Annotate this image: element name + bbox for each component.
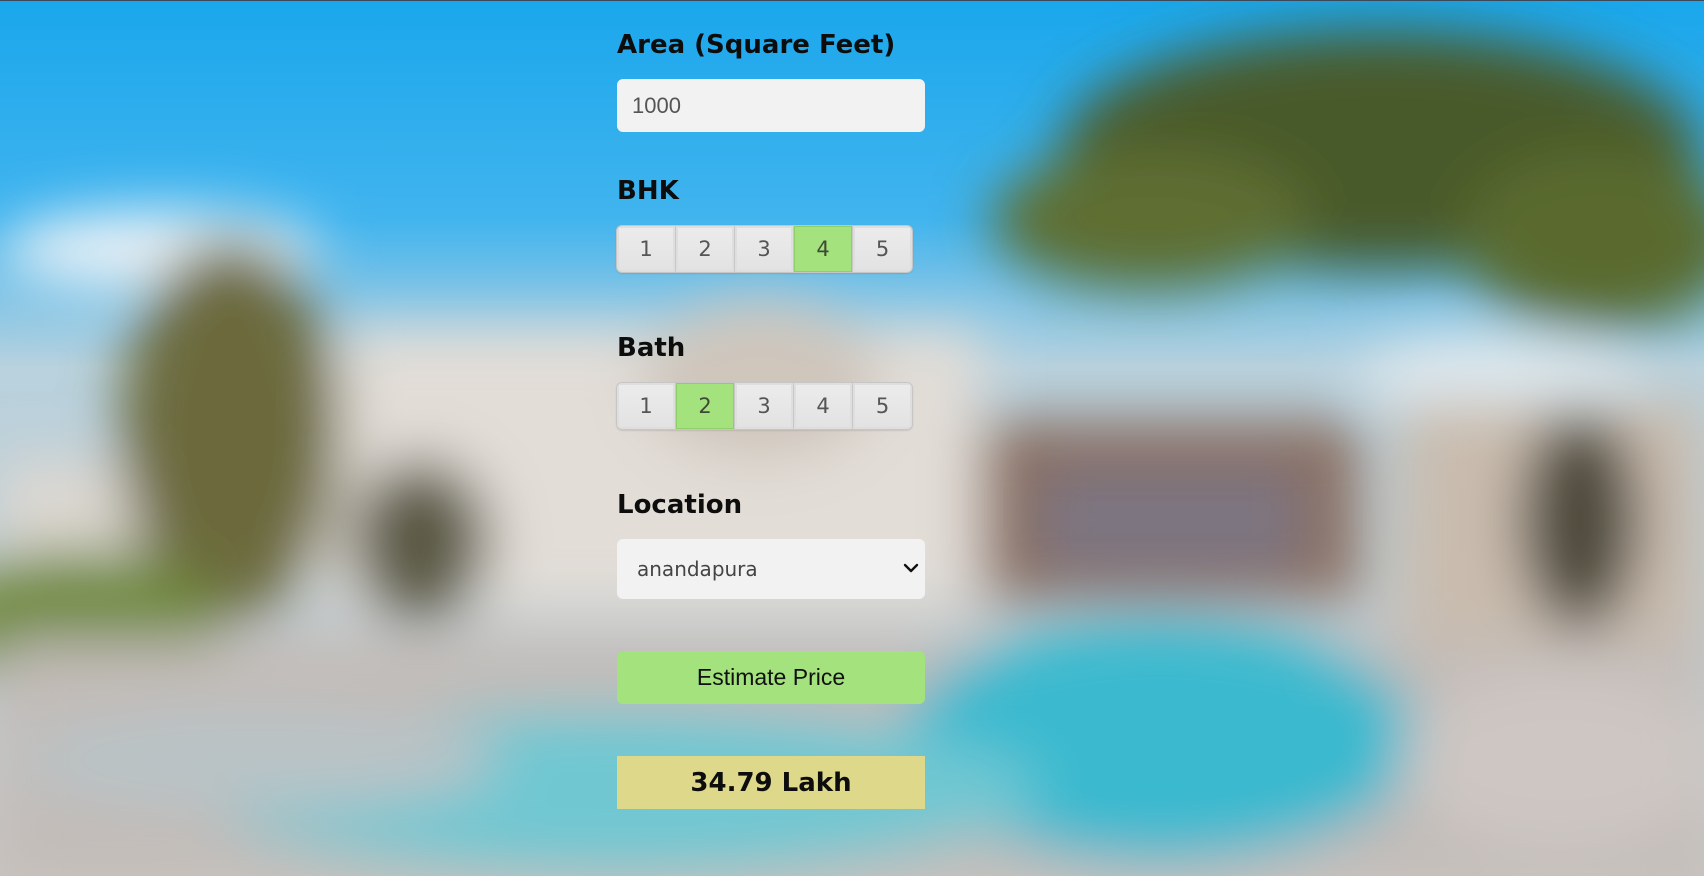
location-select[interactable]: anandapura [617, 539, 925, 599]
bhk-radio-group: 12345 [617, 226, 912, 272]
estimated-price-result: 34.79 Lakh [617, 756, 925, 809]
bath-option-1[interactable]: 1 [617, 383, 676, 429]
estimate-price-button[interactable]: Estimate Price [617, 651, 925, 704]
bhk-option-1[interactable]: 1 [617, 226, 676, 272]
bath-option-2[interactable]: 2 [676, 383, 735, 429]
bhk-option-3[interactable]: 3 [735, 226, 794, 272]
bath-radio-group: 12345 [617, 383, 912, 429]
location-label: Location [617, 490, 743, 520]
bath-option-5[interactable]: 5 [853, 383, 912, 429]
area-label: Area (Square Feet) [617, 30, 896, 60]
window-top-border [0, 0, 1704, 1]
bath-option-4[interactable]: 4 [794, 383, 853, 429]
bath-label: Bath [617, 333, 686, 363]
page-background: Area (Square Feet) BHK 12345 Bath 12345 … [0, 0, 1704, 876]
area-input[interactable] [617, 79, 925, 132]
bhk-option-5[interactable]: 5 [853, 226, 912, 272]
location-selected-value: anandapura [637, 557, 758, 581]
bath-option-3[interactable]: 3 [735, 383, 794, 429]
bhk-option-2[interactable]: 2 [676, 226, 735, 272]
bhk-option-4[interactable]: 4 [794, 226, 853, 272]
chevron-down-icon [903, 563, 919, 573]
bhk-label: BHK [617, 176, 679, 206]
